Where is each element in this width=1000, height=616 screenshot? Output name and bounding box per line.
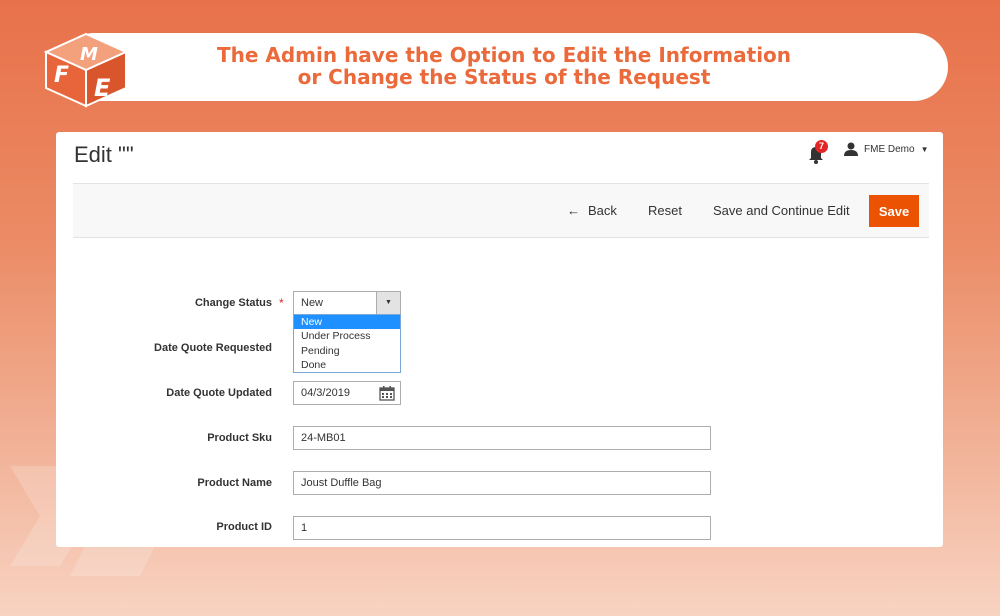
caret-down-icon: ▼ bbox=[920, 144, 929, 154]
change-status-value: New bbox=[301, 297, 324, 309]
banner-line-1: The Admin have the Option to Edit the In… bbox=[216, 43, 792, 67]
reset-button[interactable]: Reset bbox=[648, 203, 682, 218]
product-sku-label: Product Sku bbox=[207, 432, 272, 444]
product-id-label: Product ID bbox=[216, 521, 272, 533]
user-name: FME Demo bbox=[864, 143, 915, 155]
logo-letter-e: E bbox=[94, 74, 111, 102]
logo-letter-f: F bbox=[54, 63, 69, 88]
status-option-new[interactable]: New bbox=[294, 315, 400, 330]
required-asterisk: * bbox=[279, 296, 284, 310]
arrow-left-icon: ← bbox=[567, 203, 580, 218]
page-actions-bar: ← Back Reset Save and Continue Edit Save bbox=[73, 183, 929, 238]
calendar-icon[interactable] bbox=[379, 385, 395, 401]
product-id-field[interactable]: 1 bbox=[293, 516, 711, 540]
banner-title: The Admin have the Option to Edit the In… bbox=[60, 44, 948, 88]
back-button[interactable]: ← Back bbox=[567, 203, 617, 218]
date-quote-updated-field[interactable]: 04/3/2019 bbox=[293, 381, 401, 405]
change-status-label: Change Status bbox=[194, 297, 272, 309]
logo-letter-m: M bbox=[80, 44, 98, 65]
page-title: Edit "" bbox=[74, 142, 134, 167]
date-quote-updated-label: Date Quote Updated bbox=[166, 387, 272, 399]
fme-logo-cube-icon: F M E bbox=[43, 32, 129, 108]
date-quote-updated-value: 04/3/2019 bbox=[301, 387, 350, 399]
select-arrow-icon: ▼ bbox=[376, 292, 400, 314]
product-name-field[interactable]: Joust Duffle Bag bbox=[293, 471, 711, 495]
user-menu[interactable]: FME Demo ▼ bbox=[844, 141, 928, 157]
notification-count-badge: 7 bbox=[815, 140, 828, 153]
change-status-select[interactable]: New ▼ bbox=[293, 291, 401, 315]
product-sku-field[interactable]: 24-MB01 bbox=[293, 426, 711, 450]
product-name-label: Product Name bbox=[197, 477, 272, 489]
date-quote-requested-label: Date Quote Requested bbox=[154, 342, 272, 354]
status-option-pending[interactable]: Pending bbox=[294, 344, 400, 358]
back-label: Back bbox=[588, 203, 617, 218]
status-option-done[interactable]: Done bbox=[294, 358, 400, 372]
admin-panel: Edit "" 7 FME Demo ▼ ← Back Reset Save an… bbox=[56, 132, 943, 547]
status-dropdown-list: New Under Process Pending Done bbox=[293, 314, 401, 373]
save-and-continue-button[interactable]: Save and Continue Edit bbox=[713, 203, 850, 218]
user-icon bbox=[844, 142, 858, 156]
banner-line-2: or Change the Status of the Request bbox=[297, 65, 711, 89]
save-button[interactable]: Save bbox=[869, 195, 919, 227]
status-option-under-process[interactable]: Under Process bbox=[294, 329, 400, 343]
